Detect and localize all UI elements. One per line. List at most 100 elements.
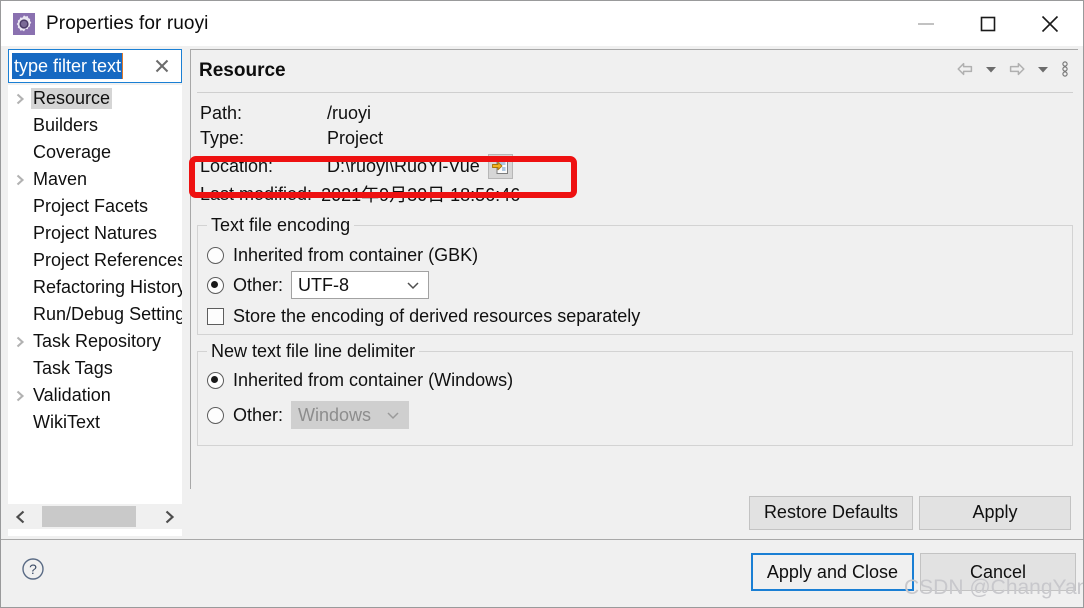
last-modified-label: Last modified:: [200, 183, 313, 204]
back-dropdown-icon[interactable]: [978, 56, 1004, 82]
store-encoding-checkbox[interactable]: Store the encoding of derived resources …: [207, 306, 640, 327]
apply-button[interactable]: Apply: [919, 495, 1071, 530]
tree-item-label: Project Facets: [33, 196, 149, 216]
tree-item-label: Refactoring History: [33, 277, 182, 297]
page-button-bar: Restore Defaults Apply: [190, 490, 1078, 535]
tree-item-label: Coverage: [33, 142, 112, 162]
tree-item-task-tags[interactable]: Task Tags: [9, 355, 182, 382]
encoding-inherited-radio[interactable]: Inherited from container (GBK): [207, 245, 478, 266]
scroll-left-icon[interactable]: [8, 504, 34, 529]
type-value: Project: [327, 128, 384, 148]
tree-item-task-repository[interactable]: Task Repository: [9, 328, 182, 355]
watermark: CSDN @ChangYan.: [904, 576, 1084, 599]
tree-item-project-natures[interactable]: Project Natures: [9, 220, 182, 247]
view-menu-icon[interactable]: [1056, 56, 1074, 82]
radio-icon[interactable]: [207, 276, 224, 294]
filter-input-value: type filter text: [12, 53, 124, 79]
tree-item-maven[interactable]: Maven: [9, 166, 182, 193]
help-icon[interactable]: ?: [21, 557, 45, 581]
radio-icon[interactable]: [207, 372, 224, 389]
tree-item-coverage[interactable]: Coverage: [9, 139, 182, 166]
forward-icon[interactable]: [1004, 56, 1030, 82]
radio-icon[interactable]: [207, 247, 224, 264]
back-icon[interactable]: [952, 56, 978, 82]
window-title: Properties for ruoyi: [46, 12, 209, 34]
header-divider: [197, 92, 1073, 93]
tree-item-label: Project Natures: [33, 223, 158, 243]
location-label: Location:: [200, 156, 274, 176]
tree-item-project-facets[interactable]: Project Facets: [9, 193, 182, 220]
page-header: Resource: [191, 50, 1078, 93]
tree-item-label: Task Tags: [33, 358, 113, 378]
line-delimiter-group: New text file line delimiter Inherited f…: [197, 341, 1073, 446]
delimiter-select-value: Windows: [298, 404, 372, 425]
chevron-right-icon[interactable]: [9, 92, 31, 106]
gear-icon: [11, 11, 37, 37]
encoding-group-title: Text file encoding: [207, 215, 355, 236]
tree-item-label: Run/Debug Settings: [33, 304, 182, 324]
tree-item-label: WikiText: [33, 412, 100, 432]
chevron-right-icon[interactable]: [9, 173, 31, 187]
maximize-button[interactable]: [959, 1, 1017, 46]
scrollbar-thumb[interactable]: [42, 506, 136, 527]
chevron-right-icon[interactable]: [9, 389, 31, 403]
title-bar: Properties for ruoyi: [1, 1, 1083, 46]
chevron-right-icon[interactable]: [9, 335, 31, 349]
close-icon[interactable]: [151, 55, 173, 77]
tree-item-label: Task Repository: [33, 331, 162, 351]
delimiter-other-label: Other:: [233, 404, 284, 425]
delimiter-select: Windows: [291, 401, 410, 429]
show-in-explorer-icon[interactable]: [487, 154, 513, 179]
delimiter-inherited-label: Inherited from container (Windows): [233, 370, 514, 390]
restore-defaults-button[interactable]: Restore Defaults: [748, 495, 913, 530]
tree-item-wikitext[interactable]: WikiText: [9, 409, 182, 436]
type-label: Type:: [200, 128, 245, 148]
tree-horizontal-scrollbar[interactable]: [8, 504, 182, 529]
encoding-other-label: Other:: [233, 274, 284, 295]
tree-item-resource[interactable]: Resource: [9, 85, 182, 112]
tree-item-label: Builders: [33, 115, 99, 135]
navigation-panel: type filter text Resource Builders Coverag…: [8, 49, 182, 536]
tree-item-label: Resource: [31, 88, 113, 109]
last-modified-row: Last modified: 2021年9月30日 18:56:46: [200, 181, 520, 207]
minimize-button[interactable]: [897, 1, 955, 46]
path-value: /ruoyi: [327, 103, 372, 123]
delimiter-inherited-radio[interactable]: Inherited from container (Windows): [207, 370, 513, 391]
apply-and-close-button[interactable]: Apply and Close: [750, 553, 914, 591]
path-label: Path:: [200, 103, 243, 123]
last-modified-value: 2021年9月30日 18:56:46: [321, 185, 521, 205]
encoding-inherited-label: Inherited from container (GBK): [233, 245, 479, 265]
tree-item-run-debug-settings[interactable]: Run/Debug Settings: [9, 301, 182, 328]
tree-item-project-references[interactable]: Project References: [9, 247, 182, 274]
tree-item-refactoring-history[interactable]: Refactoring History: [9, 274, 182, 301]
settings-tree[interactable]: Resource Builders Coverage Maven Project Fac…: [8, 85, 182, 536]
forward-dropdown-icon[interactable]: [1030, 56, 1056, 82]
tree-item-label: Project References: [33, 250, 182, 270]
tree-item-builders[interactable]: Builders: [9, 112, 182, 139]
radio-icon[interactable]: [207, 406, 224, 424]
path-row: Path: /ruoyi: [200, 103, 371, 124]
store-encoding-label: Store the encoding of derived resources …: [233, 306, 641, 326]
properties-dialog: Properties for ruoyi type filter text Re…: [0, 0, 1084, 608]
text-file-encoding-group: Text file encoding Inherited from contai…: [197, 215, 1073, 335]
tree-item-label: Validation: [33, 385, 111, 405]
delimiter-group-title: New text file line delimiter: [207, 341, 420, 362]
encoding-select[interactable]: UTF-8: [291, 271, 430, 299]
checkbox-icon[interactable]: [207, 308, 224, 325]
svg-text:?: ?: [29, 561, 37, 577]
scroll-right-icon[interactable]: [156, 504, 182, 529]
page-navigation: [952, 56, 1074, 82]
tree-item-validation[interactable]: Validation: [9, 382, 182, 409]
tree-item-label: Maven: [33, 169, 88, 189]
resource-page: Resource Path: /ruoyi Type: Project Loca…: [190, 49, 1078, 489]
page-title: Resource: [199, 60, 286, 81]
encoding-other-radio[interactable]: Other: UTF-8: [207, 271, 430, 299]
type-row: Type: Project: [200, 128, 383, 149]
location-value: D:\ruoyi\RuoYi-Vue: [327, 156, 480, 176]
location-row: Location: D:\ruoyi\RuoYi-Vue: [200, 154, 513, 179]
delimiter-other-radio[interactable]: Other: Windows: [207, 401, 410, 429]
filter-input[interactable]: type filter text: [8, 49, 182, 83]
chevron-down-icon: [406, 275, 420, 296]
close-button[interactable]: [1021, 1, 1079, 46]
chevron-down-icon: [386, 405, 400, 426]
